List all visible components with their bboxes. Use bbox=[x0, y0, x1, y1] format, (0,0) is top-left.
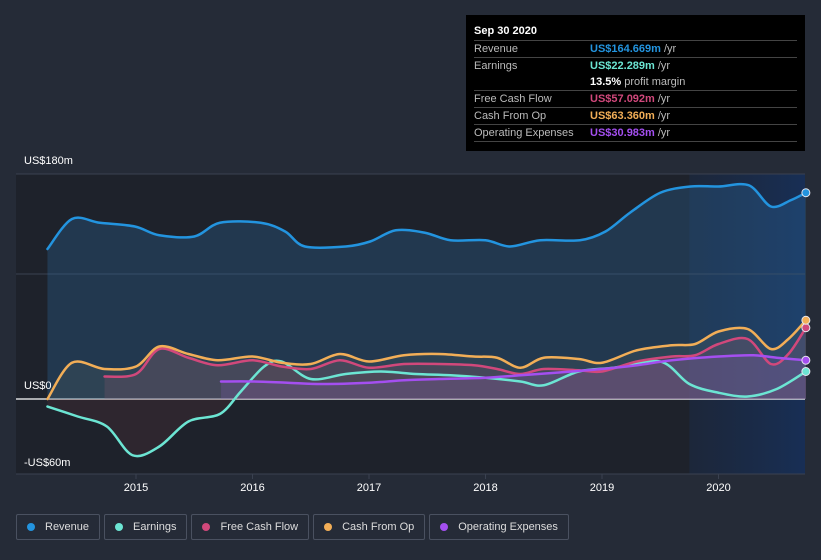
tooltip-row-label: Revenue bbox=[474, 43, 519, 55]
legend-label: Revenue bbox=[45, 521, 90, 533]
x-axis-label: 2015 bbox=[123, 482, 149, 494]
x-axis-label: 2020 bbox=[706, 482, 731, 494]
tooltip-row: Free Cash Flow US$57.092m/yr bbox=[474, 91, 797, 108]
tooltip-row-unit: /yr bbox=[657, 93, 671, 105]
earnings-end-point[interactable] bbox=[801, 367, 811, 376]
legend-label: Operating Expenses bbox=[458, 521, 558, 533]
legend-dot-icon bbox=[115, 523, 124, 531]
x-axis-label: 2017 bbox=[356, 482, 382, 494]
tooltip-row-value: US$22.289m bbox=[590, 60, 655, 72]
legend-item-earnings[interactable]: Earnings bbox=[104, 514, 188, 540]
tooltip-date: Sep 30 2020 bbox=[474, 23, 797, 41]
legend-item-free-cash-flow[interactable]: Free Cash Flow bbox=[191, 514, 310, 540]
legend-item-operating-expenses[interactable]: Operating Expenses bbox=[429, 514, 569, 540]
legend: Revenue Earnings Free Cash Flow Cash From O… bbox=[16, 514, 569, 540]
x-axis-label: 2018 bbox=[473, 482, 498, 494]
tooltip-panel: Sep 30 2020 Revenue US$164.669m/yr Earning… bbox=[466, 15, 805, 151]
x-axis-label: 2019 bbox=[589, 482, 615, 494]
tooltip-row: Earnings US$22.289m/yr bbox=[474, 58, 797, 74]
legend-item-revenue[interactable]: Revenue bbox=[16, 514, 101, 540]
tooltip-row-value: US$164.669m bbox=[590, 43, 661, 55]
tooltip-row-value: 13.5% bbox=[590, 76, 622, 88]
legend-label: Free Cash Flow bbox=[220, 521, 299, 533]
tooltip-row-label bbox=[474, 74, 590, 90]
tooltip-row-unit: /yr bbox=[657, 110, 671, 122]
cash-from-op-end-point[interactable] bbox=[801, 315, 811, 325]
operating-expenses-end-point[interactable] bbox=[801, 355, 811, 365]
tooltip-row-unit: profit margin bbox=[624, 76, 686, 88]
tooltip-row-label: Free Cash Flow bbox=[474, 93, 552, 105]
y-axis-label: -US$60m bbox=[24, 457, 71, 469]
tooltip-row: Revenue US$164.669m/yr bbox=[474, 41, 797, 58]
tooltip-row-value: US$30.983m bbox=[590, 127, 655, 139]
tooltip-row-value: US$57.092m bbox=[590, 93, 655, 105]
y-axis-label: US$180m bbox=[24, 155, 73, 167]
tooltip-row: Operating Expenses US$30.983m/yr bbox=[474, 125, 797, 142]
legend-dot-icon bbox=[440, 523, 449, 531]
legend-dot-icon bbox=[324, 523, 333, 531]
free-cash-flow-end-point[interactable] bbox=[801, 323, 811, 333]
legend-label: Earnings bbox=[133, 521, 177, 533]
tooltip-row: Cash From Op US$63.360m/yr bbox=[474, 108, 797, 125]
tooltip-row-label: Earnings bbox=[474, 60, 518, 72]
revenue-end-point[interactable] bbox=[801, 188, 811, 198]
tooltip-row: 13.5% profit margin bbox=[474, 74, 797, 91]
legend-label: Cash From Op bbox=[342, 521, 415, 533]
legend-dot-icon bbox=[27, 523, 35, 531]
x-axis-label: 2016 bbox=[240, 482, 265, 494]
legend-dot-icon bbox=[202, 523, 211, 531]
tooltip-row-unit: /yr bbox=[657, 127, 671, 139]
tooltip-row-value: US$63.360m bbox=[590, 110, 655, 122]
tooltip-row-label: Cash From Op bbox=[474, 110, 547, 122]
tooltip-row-label: Operating Expenses bbox=[474, 127, 574, 139]
tooltip-row-unit: /yr bbox=[663, 43, 677, 55]
y-axis-label: US$0 bbox=[24, 380, 52, 392]
legend-item-cash-from-op[interactable]: Cash From Op bbox=[313, 514, 426, 540]
tooltip-row-unit: /yr bbox=[657, 60, 671, 72]
